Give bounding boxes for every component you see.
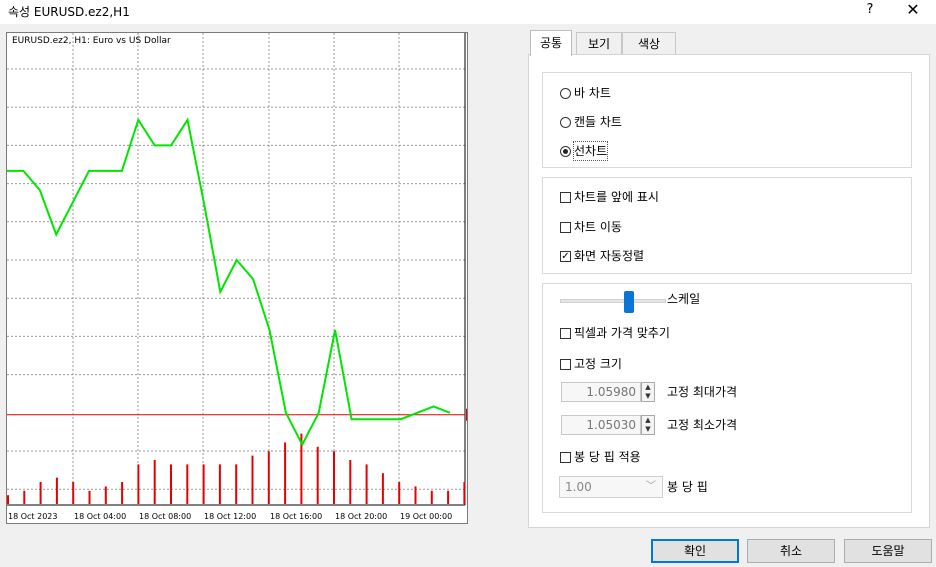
fixed-min-spinner[interactable]: ▲ ▼ (641, 415, 655, 435)
x-tick-label: 18 Oct 12:00 (204, 512, 256, 521)
checkbox-icon (560, 358, 571, 370)
chevron-down-icon: ﹀ (646, 481, 656, 492)
fixed-min-input[interactable]: 1.05030 (561, 415, 641, 435)
chart-caption: EURUSD.ez2, H1: Euro vs US Dollar (12, 36, 171, 46)
checkbox-chart-shift[interactable]: 차트 이동 (560, 218, 622, 236)
title-bar: 속성 EURUSD.ez2,H1 ? ✕ (0, 0, 936, 24)
scale-label: 스케일 (667, 292, 701, 306)
scale-slider-track[interactable] (560, 299, 666, 303)
tab-colors[interactable]: 색상 (622, 32, 676, 54)
radio-icon (560, 116, 571, 128)
radio-candle-chart[interactable]: 캔들 차트 (560, 113, 622, 131)
chart-svg: 1.059101.058501.057901.057301.056701.056… (7, 33, 467, 521)
x-tick-label: 19 Oct 00:00 (400, 512, 452, 521)
checkbox-autoscroll[interactable]: ✓ 화면 자동정렬 (560, 247, 644, 265)
x-tick-label: 18 Oct 20:00 (335, 512, 387, 521)
checkbox-icon (560, 451, 571, 463)
x-tick-label: 18 Oct 2023 (8, 512, 57, 521)
tab-view[interactable]: 보기 (576, 32, 622, 54)
ok-button[interactable]: 확인 (651, 539, 739, 563)
tab-common[interactable]: 공통 (530, 30, 572, 56)
current-price-badge (466, 408, 467, 421)
x-tick-label: 18 Oct 04:00 (74, 512, 126, 521)
fixed-max-label: 고정 최대가격 (667, 385, 738, 399)
fixed-max-spinner[interactable]: ▲ ▼ (641, 382, 655, 402)
checkbox-fixed-size[interactable]: 고정 크기 (560, 355, 622, 373)
help-icon[interactable]: ? (858, 2, 882, 22)
radio-line-chart[interactable]: 선차트 (560, 141, 609, 161)
checkbox-icon (560, 327, 571, 339)
chart-preview: 1.059101.058501.057901.057301.056701.056… (6, 32, 468, 524)
radio-selected-icon (560, 145, 571, 157)
checkbox-pip-per-bar[interactable]: 봉 당 핍 적용 (560, 448, 641, 466)
radio-bar-chart[interactable]: 바 차트 (560, 84, 611, 102)
scale-slider-thumb[interactable] (624, 291, 634, 313)
x-tick-label: 18 Oct 08:00 (139, 512, 191, 521)
fixed-max-input[interactable]: 1.05980 (561, 382, 641, 402)
checkbox-chart-foreground[interactable]: 차트를 앞에 표시 (560, 188, 659, 206)
radio-icon (560, 87, 571, 99)
checkbox-icon (560, 191, 571, 203)
x-tick-label: 18 Oct 16:00 (270, 512, 322, 521)
checkbox-checked-icon: ✓ (560, 250, 571, 262)
checkbox-pixel-price[interactable]: 픽셀과 가격 맞추기 (560, 324, 670, 342)
help-button[interactable]: 도움말 (844, 539, 932, 563)
pip-per-bar-label: 봉 당 핍 (667, 480, 708, 494)
window-title: 속성 EURUSD.ez2,H1 (8, 5, 130, 19)
cancel-button[interactable]: 취소 (747, 539, 835, 563)
close-icon[interactable]: ✕ (898, 0, 928, 22)
pip-per-bar-select[interactable]: 1.00 ﹀ (559, 476, 663, 498)
checkbox-icon (560, 221, 571, 233)
fixed-min-label: 고정 최소가격 (667, 418, 738, 432)
